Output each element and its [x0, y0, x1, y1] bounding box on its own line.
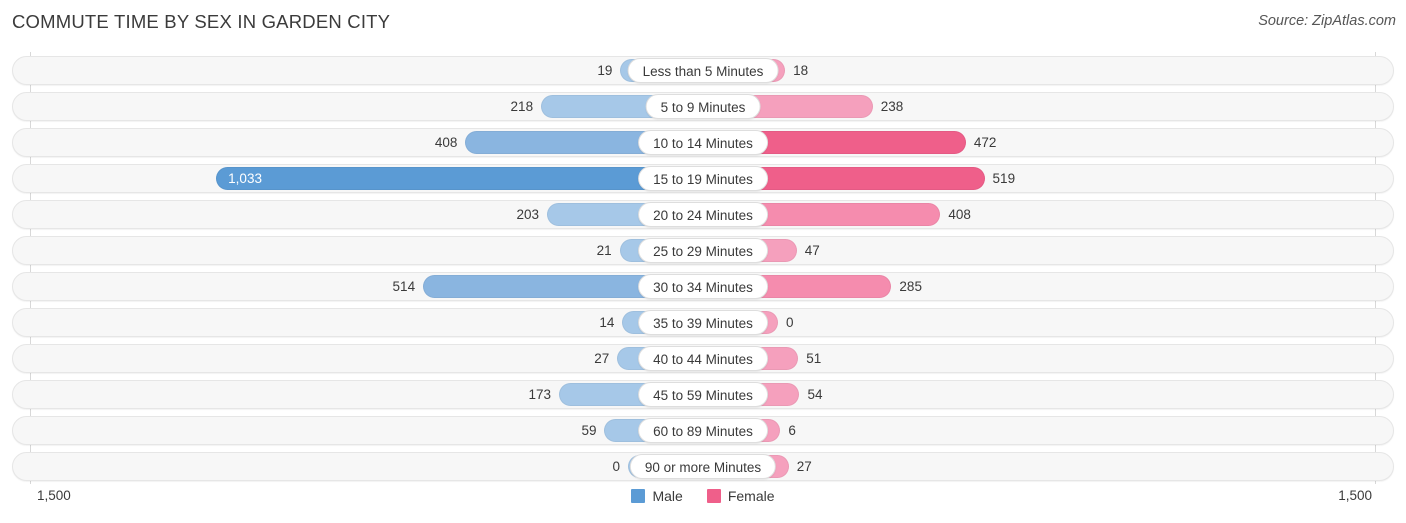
value-label-female: 51	[806, 351, 822, 366]
bar-row-bars: 173 54 45 to 59 Minutes	[0, 380, 1406, 409]
category-label: 60 to 89 Minutes	[638, 418, 768, 443]
bar-row-bars: 0 27 90 or more Minutes	[0, 452, 1406, 481]
legend-label: Female	[727, 488, 775, 504]
value-label-female: 54	[807, 387, 823, 402]
legend-swatch-icon	[706, 489, 721, 503]
value-label-male: 14	[599, 315, 615, 330]
bar-row-bars: 218 238 5 to 9 Minutes	[0, 92, 1406, 121]
bar-row-bars: 408 472 10 to 14 Minutes	[0, 128, 1406, 157]
value-label-female: 6	[788, 423, 796, 438]
value-label-male: 514	[392, 279, 416, 294]
chart-footer: 1,500 1,500 Male Female	[0, 484, 1406, 523]
value-label-male: 59	[581, 423, 597, 438]
legend-label: Male	[652, 488, 683, 504]
value-label-male: 19	[597, 63, 613, 78]
value-label-male: 0	[612, 459, 620, 474]
value-label-female: 238	[880, 99, 904, 114]
value-label-male: 173	[528, 387, 552, 402]
value-label-female: 27	[796, 459, 812, 474]
value-label-female: 47	[804, 243, 820, 258]
bar-row-bars: 203 408 20 to 24 Minutes	[0, 200, 1406, 229]
bar-row-bars: 14 0 35 to 39 Minutes	[0, 308, 1406, 337]
value-label-female: 285	[899, 279, 922, 294]
category-label: 45 to 59 Minutes	[638, 382, 768, 407]
legend-item[interactable]: Female	[706, 488, 775, 504]
value-label-male: 203	[516, 207, 540, 222]
value-label-male: 1,033	[228, 171, 262, 186]
plot-area: 19 18 Less than 5 Minutes 218 238 5 to 9 Minu…	[0, 52, 1406, 484]
value-label-male: 408	[434, 135, 458, 150]
value-label-male: 27	[594, 351, 610, 366]
bar-row-bars: 21 47 25 to 29 Minutes	[0, 236, 1406, 265]
bar-row-bars: 59 6 60 to 89 Minutes	[0, 416, 1406, 445]
value-label-female: 408	[948, 207, 971, 222]
category-label: 20 to 24 Minutes	[638, 202, 768, 227]
category-label: 5 to 9 Minutes	[645, 94, 761, 119]
category-label: 25 to 29 Minutes	[638, 238, 768, 263]
category-label: 40 to 44 Minutes	[638, 346, 768, 371]
value-label-male: 218	[510, 99, 534, 114]
category-label: 15 to 19 Minutes	[638, 166, 768, 191]
value-label-female: 519	[992, 171, 1016, 186]
source-attribution: Source: ZipAtlas.com	[1258, 13, 1396, 29]
chart-legend: Male Female	[0, 488, 1406, 504]
bar-row-bars: 27 51 40 to 44 Minutes	[0, 344, 1406, 373]
category-label: Less than 5 Minutes	[627, 58, 779, 83]
category-label: 30 to 34 Minutes	[638, 274, 768, 299]
bar-row-bars: 514 285 30 to 34 Minutes	[0, 272, 1406, 301]
category-label: 10 to 14 Minutes	[638, 130, 768, 155]
chart-container: COMMUTE TIME BY SEX IN GARDEN CITY Sourc…	[0, 0, 1406, 523]
bar-row-bars: 19 18 Less than 5 Minutes	[0, 56, 1406, 85]
bar-row-bars: 1,033 519 15 to 19 Minutes	[0, 164, 1406, 193]
category-label: 90 or more Minutes	[629, 454, 777, 479]
legend-item[interactable]: Male	[631, 488, 683, 504]
page-title: COMMUTE TIME BY SEX IN GARDEN CITY	[12, 11, 391, 32]
value-label-female: 18	[793, 63, 809, 78]
legend-swatch-icon	[631, 489, 646, 503]
value-label-male: 21	[596, 243, 612, 258]
value-label-female: 0	[786, 315, 794, 330]
value-label-female: 472	[973, 135, 997, 150]
category-label: 35 to 39 Minutes	[638, 310, 768, 335]
